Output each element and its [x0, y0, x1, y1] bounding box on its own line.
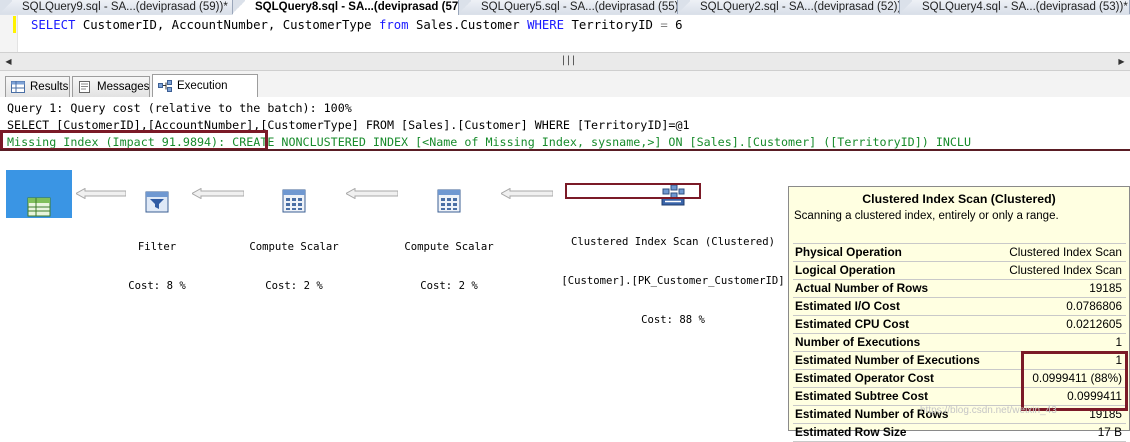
tooltip-row-label: Estimated I/O Cost — [795, 299, 900, 313]
compute-scalar-icon — [437, 189, 461, 213]
select-node-name: SELECT — [19, 245, 59, 257]
scroll-thumb-grip[interactable]: ||| — [556, 55, 580, 67]
sql-value: 6 — [675, 18, 683, 32]
scan-node-suffix: (Clustered) — [704, 236, 776, 248]
flow-arrow-icon — [346, 188, 398, 199]
doc-tab-sqlquery8[interactable]: SQLQuery8.sql - SA...(deviprasad (57))* — [233, 0, 459, 15]
tooltip-row-label: Logical Operation — [795, 263, 896, 277]
doc-tab-sqlquery2[interactable]: SQLQuery2.sql - SA...(deviprasad (52))* — [678, 0, 900, 14]
select-result-icon — [27, 197, 51, 217]
plan-node-select[interactable]: SELECT Cost: 0 % — [6, 170, 72, 296]
document-tab-strip: SQLQuery9.sql - SA...(deviprasad (59))* … — [0, 0, 1130, 16]
tooltip-row-label: Estimated CPU Cost — [795, 317, 910, 331]
tooltip-row: Estimated CPU Cost 0.0212605 — [793, 316, 1126, 334]
tooltip-row: Logical Operation Clustered Index Scan — [793, 262, 1126, 280]
tooltip-row-value: 19185 — [1089, 281, 1122, 295]
scan-node-cost: Cost: 88 % — [641, 314, 705, 326]
editor-horizontal-scrollbar[interactable]: ◀ ||| ▶ — [0, 52, 1130, 71]
scan-node-title-row: Clustered Index Scan (Clustered) — [556, 236, 790, 249]
tab-results-label: Results — [30, 81, 69, 93]
tooltip-row-value: Clustered Index Scan — [1009, 263, 1122, 277]
doc-tab-sqlquery9[interactable]: SQLQuery9.sql - SA...(deviprasad (59))* — [0, 0, 233, 14]
plan-node-compute-scalar-1[interactable]: Compute Scalar Cost: 2 % — [246, 163, 342, 319]
filter-node-name: Filter — [137, 241, 177, 253]
tooltip-row-label: Estimated Row Size — [795, 425, 907, 439]
tooltip-row-label: Physical Operation — [795, 245, 902, 259]
tooltip-row-value: 0.0212605 — [1066, 317, 1122, 331]
filter-node-cost: Cost: 8 % — [128, 280, 186, 292]
changed-line-marker — [13, 16, 16, 33]
clustered-index-scan-highlight — [565, 183, 701, 199]
tooltip-row-value: 1 — [1115, 335, 1122, 349]
sql-table: Sales.Customer — [416, 18, 520, 32]
tooltip-row-label: Estimated Number of Executions — [795, 353, 980, 367]
compute-scalar-1-cost: Cost: 2 % — [265, 280, 323, 292]
doc-tab-sqlquery4[interactable]: SQLQuery4.sql - SA...(deviprasad (53))* — [900, 0, 1130, 14]
tab-messages[interactable]: Messages — [72, 76, 150, 97]
compute-scalar-2-name: Compute Scalar — [404, 241, 494, 253]
tooltip-row-label: Estimated Subtree Cost — [795, 389, 929, 403]
missing-index-underline — [0, 149, 1130, 151]
flow-arrow-icon — [192, 188, 244, 199]
missing-index-highlight — [0, 130, 268, 151]
tooltip-row-value: 0.0786806 — [1066, 299, 1122, 313]
tooltip-row-label: Actual Number of Rows — [795, 281, 929, 295]
messages-icon — [79, 81, 90, 93]
plan-node-filter[interactable]: Filter Cost: 8 % — [118, 165, 196, 319]
sql-query-line[interactable]: SELECT CustomerID, AccountNumber, Custom… — [31, 18, 683, 32]
compute-scalar-1-name: Compute Scalar — [249, 241, 339, 253]
tab-results[interactable]: Results — [5, 76, 70, 97]
tooltip-row-label: Number of Executions — [795, 335, 921, 349]
sql-keyword-select: SELECT — [31, 18, 76, 32]
flow-arrow-icon — [501, 188, 553, 199]
result-tab-strip: Results Messages Execution plan — [0, 71, 1130, 114]
scan-node-object: [Customer].[PK_Customer_CustomerID] — [561, 275, 785, 287]
tooltip-description: Scanning a clustered index, entirely or … — [794, 210, 1059, 222]
plan-node-compute-scalar-2[interactable]: Compute Scalar Cost: 2 % — [401, 163, 497, 319]
scroll-right-icon[interactable]: ▶ — [1113, 53, 1130, 70]
execution-plan-icon — [158, 80, 172, 92]
tooltip-row: Number of Executions 1 — [793, 334, 1126, 352]
compute-scalar-2-cost: Cost: 2 % — [420, 280, 478, 292]
sql-keyword-where: WHERE — [527, 18, 565, 32]
tooltip-row: Actual Number of Rows 19185 — [793, 280, 1126, 298]
tooltip-row-value: Clustered Index Scan — [1009, 245, 1122, 259]
cost-values-highlight — [1021, 351, 1128, 411]
doc-tab-sqlquery5[interactable]: SQLQuery5.sql - SA...(deviprasad (55))* — [459, 0, 678, 14]
scroll-left-icon[interactable]: ◀ — [0, 53, 17, 70]
sql-condition-column: TerritoryID — [571, 18, 653, 32]
query-cost-line: Query 1: Query cost (relative to the bat… — [7, 101, 352, 115]
sql-columns: CustomerID, AccountNumber, CustomerType — [82, 18, 372, 32]
tooltip-row-value: 17 B — [1097, 425, 1122, 439]
tab-messages-label: Messages — [97, 81, 150, 93]
tooltip-row: Estimated I/O Cost 0.0786806 — [793, 298, 1126, 316]
tooltip-row-label: Estimated Operator Cost — [795, 371, 934, 385]
tooltip-title: Clustered Index Scan (Clustered) — [862, 192, 1056, 206]
filter-icon — [145, 191, 169, 213]
tooltip-row: Physical Operation Clustered Index Scan — [793, 243, 1126, 262]
tooltip-row: Estimated Row Size 17 B — [793, 424, 1126, 442]
watermark-text: https://blog.csdn.net/weixin_43 — [920, 405, 1057, 416]
scan-node-name: Clustered Index Scan — [570, 236, 699, 248]
grid-icon — [11, 81, 25, 93]
select-node-cost: Cost: 0 % — [10, 284, 68, 296]
sql-operator: = — [660, 18, 668, 32]
compute-scalar-icon — [282, 189, 306, 213]
tab-execution-plan[interactable]: Execution plan — [152, 74, 258, 114]
sql-keyword-from: from — [378, 18, 409, 32]
